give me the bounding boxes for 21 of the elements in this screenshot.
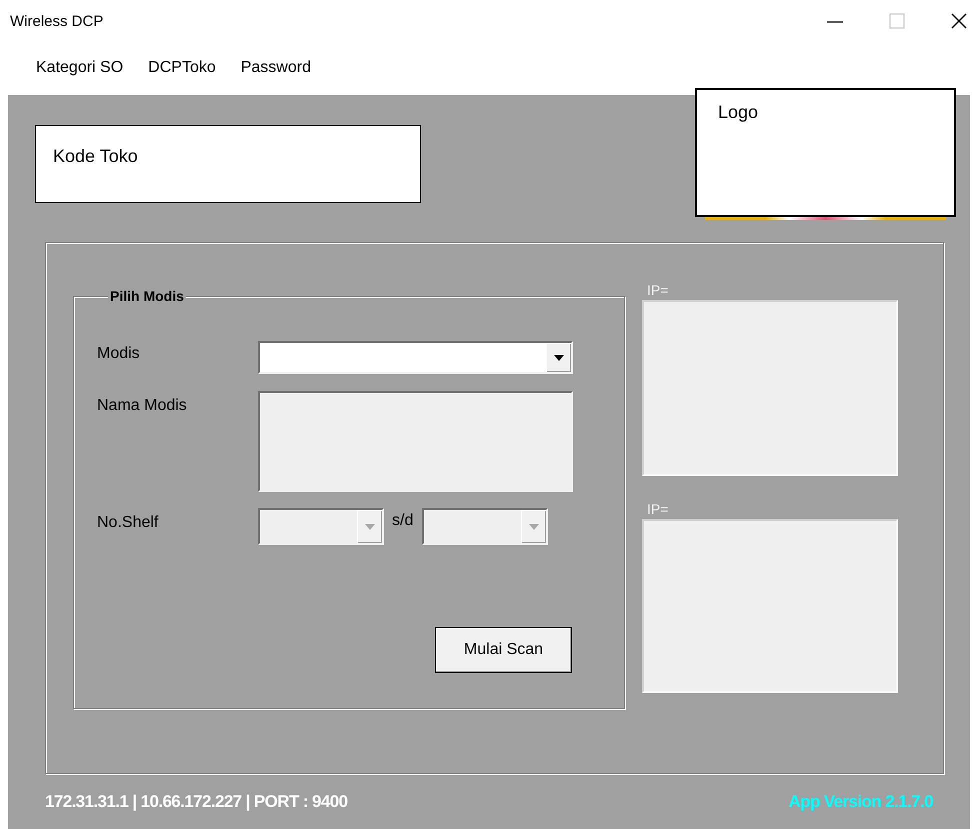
caret-icon xyxy=(529,524,540,530)
mode-name-field[interactable] xyxy=(258,391,573,492)
window-title: Wireless DCP xyxy=(10,12,104,30)
range-separator: s/d xyxy=(392,512,414,530)
menu-item[interactable]: Password xyxy=(240,58,311,76)
caret-icon xyxy=(365,524,375,530)
field-label: Modis xyxy=(97,344,141,363)
close-icon[interactable] xyxy=(950,12,968,30)
logo-field: Logo xyxy=(695,88,956,217)
field-label: Nama Modis xyxy=(97,396,188,415)
app-version: App Version 2.1.7.0 xyxy=(788,792,933,812)
modis-dropdown[interactable] xyxy=(258,341,573,374)
ip-label: IP= xyxy=(647,282,670,300)
caret-icon xyxy=(554,355,564,361)
menu-item[interactable]: Kategori SO xyxy=(36,58,124,76)
start-scan-button[interactable]: Mulai Scan xyxy=(435,627,572,673)
store-code-label: Kode Toko xyxy=(35,125,421,203)
menu-item[interactable]: DCPToko xyxy=(148,58,216,76)
field-label: No.Shelf xyxy=(97,513,160,532)
connection-info: 172.31.31.1 | 10.66.172.227 | PORT : 9400 xyxy=(45,792,348,812)
ip-label: IP= xyxy=(647,501,670,519)
